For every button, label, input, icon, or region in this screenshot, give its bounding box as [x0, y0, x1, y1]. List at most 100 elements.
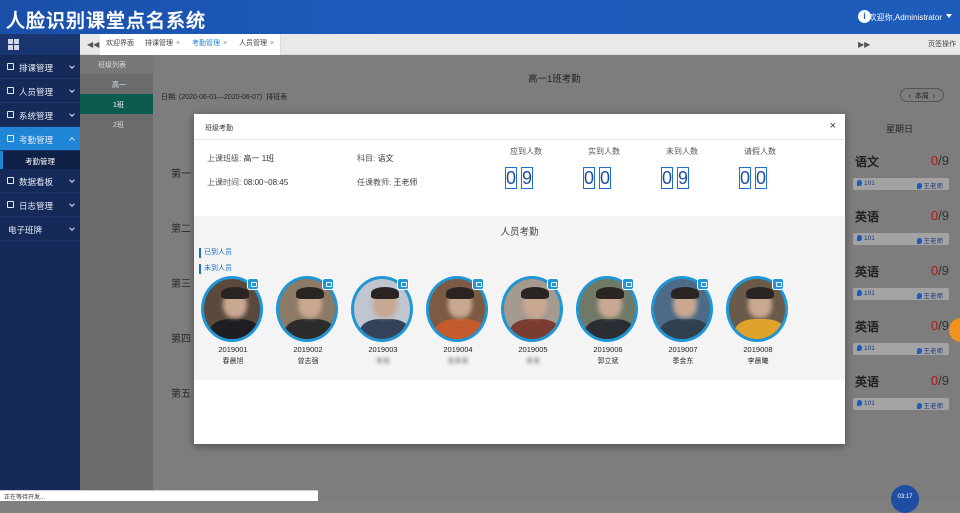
- present-filter[interactable]: 已到人员: [199, 248, 232, 258]
- chevron-up-icon: [69, 137, 75, 143]
- check-icon[interactable]: [547, 278, 559, 290]
- tab-personnel[interactable]: 人员管理 ×: [233, 34, 282, 55]
- student-card[interactable]: 2019002 曾志强: [275, 276, 341, 371]
- course-room: 101 王老师: [853, 398, 949, 410]
- student-id: 2019004: [443, 345, 473, 354]
- student-name: 某某: [376, 358, 390, 365]
- student-name: 曾志强: [297, 358, 319, 365]
- tab-scroll-left-icon[interactable]: ◀◀: [87, 40, 99, 49]
- float-clock-button[interactable]: 03:17: [891, 485, 919, 513]
- course-card[interactable]: 英语 0/9 101 王老师: [853, 263, 953, 309]
- tab-scroll-right-icon[interactable]: ▶▶: [858, 40, 870, 49]
- section-title: 人员考勤: [500, 227, 539, 238]
- class-list-header: 班级列表: [80, 55, 153, 74]
- check-icon[interactable]: [622, 278, 634, 290]
- check-icon[interactable]: [397, 278, 409, 290]
- chevron-down-icon: [69, 63, 75, 69]
- chevron-down-icon: [69, 111, 75, 117]
- class-item-1[interactable]: 1班: [80, 94, 153, 114]
- location-icon: [857, 345, 862, 351]
- check-icon[interactable]: [472, 278, 484, 290]
- dashboard-icon: [7, 177, 14, 184]
- stat-label: 请假人数: [744, 147, 776, 156]
- close-icon[interactable]: ×: [830, 120, 836, 132]
- sidebar-item-system[interactable]: 系统管理: [0, 103, 80, 127]
- tab-bar: ◀◀ 欢迎界面 排课管理 × 考勤管理 × 人员管理 × ▶▶ 页签操作: [80, 34, 960, 55]
- grade-item[interactable]: 高一: [80, 74, 153, 94]
- attendance-icon: [7, 135, 14, 142]
- dialog-title: 班级考勤: [205, 125, 233, 132]
- slot-label: 第五: [171, 389, 191, 400]
- class-field: 上课班级: 高一 1班: [207, 154, 275, 163]
- sidebar-item-schedule[interactable]: 排课管理: [0, 55, 80, 79]
- stat-digit: 0: [661, 167, 673, 189]
- student-card[interactable]: 2019006 郭立斌: [575, 276, 641, 371]
- page-title: 高一1班考勤: [528, 74, 581, 85]
- stat-digit: 0: [583, 167, 595, 189]
- sidebar-item-personnel[interactable]: 人员管理: [0, 79, 80, 103]
- attendance-count: 0/9: [930, 263, 949, 278]
- course-room: 101 王老师: [853, 343, 949, 355]
- class-list: 班级列表 高一 1班 2班: [80, 55, 153, 501]
- stat-digit: 0: [739, 167, 751, 189]
- course-card[interactable]: 语文 0/9 101 王老师: [853, 153, 953, 199]
- status-bar: 正在等待开发...: [0, 490, 318, 501]
- stat-label: 未到人数: [666, 147, 698, 156]
- sidebar-item-dashboard[interactable]: 数据看板: [0, 169, 80, 193]
- sidebar-item-logs[interactable]: 日志管理: [0, 193, 80, 217]
- student-id: 2019003: [368, 345, 398, 354]
- course-card[interactable]: 英语 0/9 101 王老师: [853, 318, 953, 364]
- course-card[interactable]: 英语 0/9 101 王老师: [853, 373, 953, 419]
- student-card[interactable]: 2019004 某某某: [425, 276, 491, 371]
- subject-field: 科目: 语文: [357, 154, 394, 163]
- stat-counter: 实到人数 0 0: [583, 146, 653, 189]
- submenu-attendance[interactable]: 考勤管理: [0, 151, 80, 169]
- student-card[interactable]: 2019003 某某: [350, 276, 416, 371]
- chevron-down-icon[interactable]: [946, 14, 952, 18]
- sidebar-toggle[interactable]: [0, 34, 80, 55]
- check-icon[interactable]: [697, 278, 709, 290]
- app-header: 人脸识别课堂点名系统 i 欢迎你,Administrator: [0, 0, 960, 34]
- sidebar-item-attendance[interactable]: 考勤管理: [0, 127, 80, 151]
- time-field: 上课时间: 08:00~08:45: [207, 178, 289, 187]
- close-icon[interactable]: ×: [270, 40, 274, 47]
- dialog-header: 班级考勤 ×: [194, 114, 845, 140]
- course-name: 英语: [855, 210, 880, 224]
- check-icon[interactable]: [772, 278, 784, 290]
- course-room: 101 王老师: [853, 233, 949, 245]
- location-icon: [857, 400, 862, 406]
- course-card[interactable]: 英语 0/9 101 王老师: [853, 208, 953, 254]
- tab-operations-menu[interactable]: 页签操作: [928, 39, 956, 49]
- attendance-count: 0/9: [930, 318, 949, 333]
- tab-schedule[interactable]: 排课管理 ×: [139, 34, 188, 55]
- tab-welcome[interactable]: 欢迎界面: [100, 34, 141, 55]
- stat-digit: 0: [505, 167, 517, 189]
- user-icon: [916, 183, 922, 189]
- student-id: 2019008: [743, 345, 773, 354]
- user-icon: [916, 238, 922, 244]
- check-icon[interactable]: [247, 278, 259, 290]
- export-button[interactable]: 排班表: [266, 94, 287, 101]
- student-name: 春晨旭: [222, 358, 244, 365]
- course-name: 英语: [855, 265, 880, 279]
- check-icon[interactable]: [322, 278, 334, 290]
- current-week-button[interactable]: ‹ 本周 ›: [899, 88, 944, 102]
- date-range: 日期: (2020-06-01—2020-06-07) 排班表: [161, 94, 288, 101]
- close-icon[interactable]: ×: [223, 40, 227, 47]
- class-item-2[interactable]: 2班: [80, 114, 153, 134]
- student-card[interactable]: 2019007 季金东: [650, 276, 716, 371]
- user-menu[interactable]: 欢迎你,Administrator: [869, 12, 942, 23]
- student-card[interactable]: 2019005 某某: [500, 276, 566, 371]
- teacher-field: 任课教师: 王老师: [357, 178, 418, 187]
- absent-filter[interactable]: 未到人员: [199, 264, 232, 274]
- tab-attendance[interactable]: 考勤管理 ×: [186, 34, 235, 55]
- student-card[interactable]: 2019008 李晨曦: [725, 276, 791, 371]
- student-id: 2019001: [218, 345, 248, 354]
- student-card[interactable]: 2019001 春晨旭: [200, 276, 266, 371]
- stat-label: 实到人数: [588, 147, 620, 156]
- close-icon[interactable]: ×: [176, 40, 180, 47]
- chevron-down-icon: [69, 201, 75, 207]
- user-icon: [916, 293, 922, 299]
- student-id: 2019002: [293, 345, 323, 354]
- sidebar-item-eboard[interactable]: 电子班牌: [0, 217, 80, 241]
